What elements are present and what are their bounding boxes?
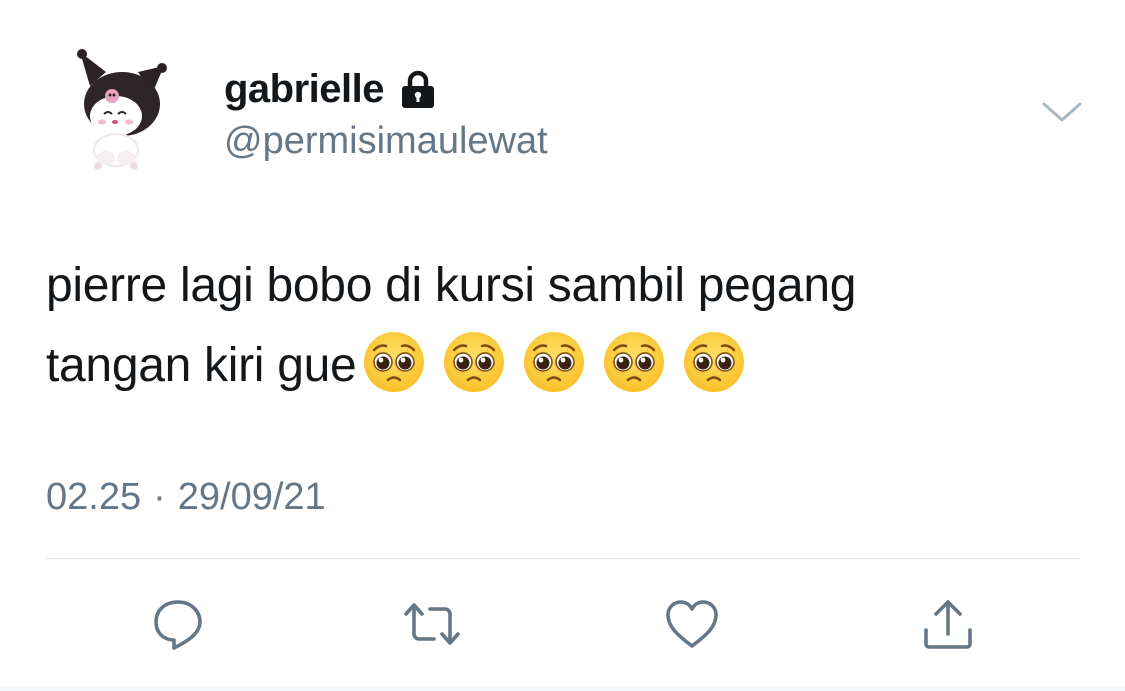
tweet-timestamp[interactable]: 02.25 · 29/09/21 xyxy=(46,474,326,520)
name-row: gabrielle xyxy=(224,66,438,112)
avatar[interactable] xyxy=(76,46,168,178)
share-icon xyxy=(924,600,972,649)
pleading-face-emoji xyxy=(442,330,506,394)
reply-button[interactable] xyxy=(148,594,208,654)
divider xyxy=(46,558,1080,559)
tweet-text-line-2: tangan kiri gue xyxy=(46,326,1106,406)
heart-icon xyxy=(666,600,718,648)
pleading-face-emoji xyxy=(682,330,746,394)
kuromi-avatar-icon xyxy=(77,49,167,170)
reply-icon xyxy=(154,600,202,650)
emoji-row xyxy=(362,330,746,394)
tweet-date: 29/09/21 xyxy=(177,476,326,518)
lock-icon xyxy=(398,69,438,109)
pleading-face-emoji xyxy=(602,330,666,394)
tweet-text: pierre lagi bobo di kursi sambil pegang … xyxy=(46,246,1106,406)
timestamp-separator: · xyxy=(153,476,166,518)
retweet-icon xyxy=(404,603,460,645)
like-button[interactable] xyxy=(662,594,722,654)
share-button[interactable] xyxy=(918,594,978,654)
tweet-time: 02.25 xyxy=(46,476,142,518)
pleading-face-emoji xyxy=(362,330,426,394)
bottom-edge xyxy=(0,686,1125,691)
tweet-text-line-2-text: tangan kiri gue xyxy=(46,339,357,392)
chevron-down-icon[interactable] xyxy=(1040,96,1084,128)
pleading-face-emoji xyxy=(522,330,586,394)
retweet-button[interactable] xyxy=(402,594,462,654)
tweet-text-line-1: pierre lagi bobo di kursi sambil pegang xyxy=(46,259,857,312)
user-handle[interactable]: @permisimaulewat xyxy=(224,118,548,164)
display-name[interactable]: gabrielle xyxy=(224,66,385,112)
